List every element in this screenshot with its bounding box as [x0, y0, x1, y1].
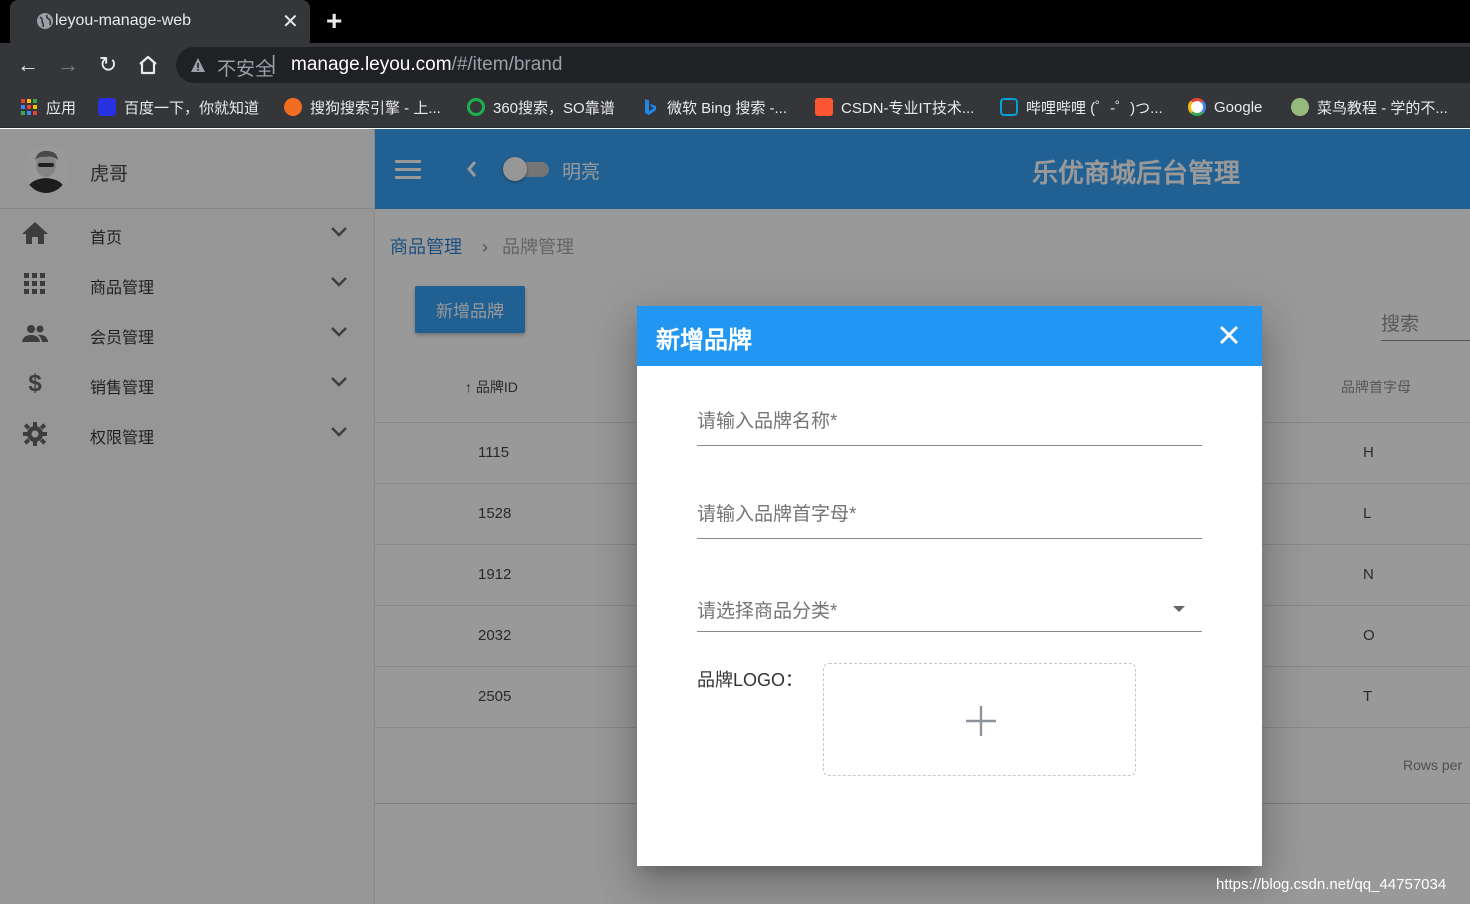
- url-text[interactable]: manage.leyou.com/#/item/brand: [291, 54, 562, 76]
- warning-icon: [191, 58, 205, 72]
- baidu-icon: [98, 98, 116, 116]
- brand-letter-input[interactable]: [697, 495, 1177, 535]
- bookmark-label: 应用: [46, 99, 77, 117]
- bookmarks-bar: 应用 百度一下，你就知道 搜狗搜索引擎 - 上... 360搜索，SO靠谱 微软…: [0, 87, 1470, 128]
- bookmark-label: CSDN-专业IT技术...: [841, 99, 975, 117]
- bookmark-label: 哔哩哔哩 (゜-゜)つ...: [1026, 99, 1163, 117]
- bookmark-runoob[interactable]: 菜鸟教程 - 学的不...: [1291, 97, 1448, 117]
- bookmark-apps[interactable]: 应用: [20, 97, 76, 117]
- url-path: /#/item/brand: [451, 54, 563, 75]
- csdn-icon: [815, 98, 833, 116]
- forward-arrow-icon[interactable]: →: [56, 53, 80, 77]
- new-tab-icon[interactable]: +: [326, 5, 342, 37]
- tab-title: leyou-manage-web: [55, 12, 192, 29]
- bookmark-label: 微软 Bing 搜索 -...: [667, 99, 788, 117]
- dialog-title: 新增品牌: [656, 327, 752, 354]
- google-icon: [1188, 98, 1206, 116]
- apps-grid-icon: [21, 99, 37, 115]
- url-omnibox[interactable]: 不安全 | manage.leyou.com/#/item/brand: [176, 47, 1470, 83]
- runoob-icon: [1291, 98, 1309, 116]
- bookmark-sogou[interactable]: 搜狗搜索引擎 - 上...: [284, 97, 441, 117]
- address-bar: ← → ↻ 不安全 | manage.leyou.com/#/item/bran…: [0, 43, 1470, 87]
- logo-upload-area[interactable]: [823, 663, 1136, 776]
- brand-name-field: [697, 402, 1202, 446]
- brand-name-input[interactable]: [697, 402, 1177, 442]
- plus-icon: [966, 706, 996, 736]
- tab-close-icon[interactable]: ✕: [282, 9, 299, 34]
- category-select-placeholder: 请选择商品分类*: [697, 601, 838, 622]
- bookmark-csdn[interactable]: CSDN-专业IT技术...: [815, 97, 974, 117]
- bookmark-label: 菜鸟教程 - 学的不...: [1317, 99, 1448, 117]
- watermark-text: https://blog.csdn.net/qq_44757034: [1216, 876, 1447, 893]
- brand-letter-field: [697, 495, 1202, 539]
- reload-icon[interactable]: ↻: [96, 53, 120, 77]
- bookmark-bing[interactable]: 微软 Bing 搜索 -...: [641, 97, 787, 117]
- sogou-icon: [284, 98, 302, 116]
- url-host: manage.leyou.com: [291, 54, 452, 75]
- url-separator: |: [271, 53, 277, 75]
- bookmark-label: 360搜索，SO靠谱: [493, 99, 615, 117]
- browser-tabstrip: leyou-manage-web ✕ +: [0, 0, 1470, 43]
- bookmark-label: Google: [1214, 98, 1263, 116]
- bilibili-icon: [1000, 98, 1018, 116]
- insecure-label: 不安全: [217, 59, 275, 80]
- close-icon[interactable]: [1219, 325, 1239, 345]
- search-360-icon: [467, 98, 485, 116]
- globe-icon: [37, 13, 53, 29]
- bookmark-baidu[interactable]: 百度一下，你就知道: [98, 97, 259, 117]
- brand-logo-label: 品牌LOGO：: [697, 670, 804, 690]
- category-select[interactable]: 请选择商品分类*: [697, 588, 1202, 632]
- bookmark-360[interactable]: 360搜索，SO靠谱: [467, 97, 615, 117]
- dialog-header: 新增品牌: [637, 306, 1262, 366]
- dropdown-arrow-icon: [1173, 606, 1185, 612]
- bookmark-label: 百度一下，你就知道: [124, 99, 260, 117]
- add-brand-dialog: 新增品牌 请选择商品分类* 品牌LOGO：: [637, 306, 1262, 866]
- back-arrow-icon[interactable]: ←: [16, 53, 40, 77]
- home-browser-icon[interactable]: [136, 53, 160, 77]
- bookmark-label: 搜狗搜索引擎 - 上...: [310, 99, 441, 117]
- bookmark-bilibili[interactable]: 哔哩哔哩 (゜-゜)つ...: [1000, 97, 1163, 117]
- bing-icon: [645, 99, 656, 115]
- bookmark-google[interactable]: Google: [1188, 97, 1262, 117]
- browser-tab[interactable]: leyou-manage-web ✕: [10, 0, 310, 43]
